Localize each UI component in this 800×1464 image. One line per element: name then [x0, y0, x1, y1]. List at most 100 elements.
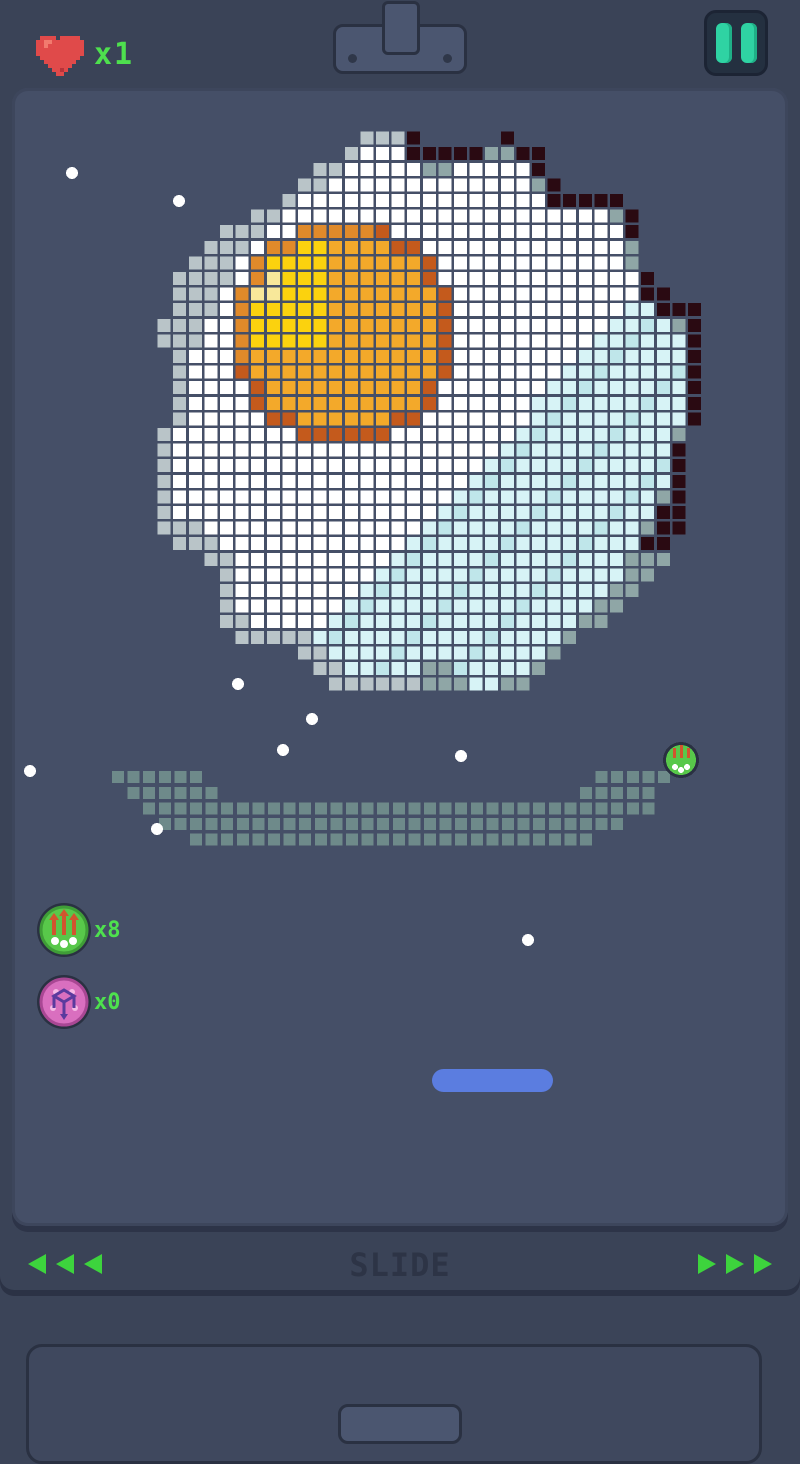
brick [688, 396, 701, 410]
brick [516, 240, 530, 254]
brick [563, 303, 577, 317]
brick [500, 272, 514, 285]
brick [578, 287, 592, 301]
brick [422, 662, 436, 675]
brick [376, 521, 389, 535]
brick [376, 256, 389, 270]
brick [251, 303, 265, 317]
brick [220, 506, 233, 519]
brick [485, 225, 499, 239]
brick [516, 428, 530, 441]
brick [500, 584, 514, 597]
brick [407, 287, 421, 301]
brick [329, 459, 343, 473]
brick [344, 365, 358, 379]
brick [516, 552, 530, 566]
brick [407, 131, 421, 145]
brick [595, 818, 608, 830]
brick [500, 599, 514, 613]
brick [564, 833, 577, 846]
slide-control-bar[interactable]: SLIDE [0, 1240, 800, 1290]
brick [235, 303, 249, 317]
brick [344, 412, 358, 426]
brick [454, 147, 467, 161]
brick [313, 506, 327, 519]
brick [578, 506, 592, 519]
brick [190, 786, 202, 799]
brick [407, 147, 421, 161]
brick [563, 459, 577, 473]
brick [251, 443, 265, 457]
brick [578, 537, 592, 551]
brick [532, 459, 545, 473]
brick [251, 381, 265, 395]
brick [438, 599, 452, 613]
brick [235, 381, 249, 395]
brick [266, 209, 280, 223]
brick [547, 396, 561, 410]
brick [594, 256, 608, 270]
brick [391, 287, 405, 301]
brick [157, 428, 171, 441]
brick [625, 506, 639, 519]
brick [516, 490, 530, 504]
brick [235, 365, 249, 379]
brick [360, 318, 374, 332]
brick [313, 459, 327, 473]
brick [282, 584, 296, 597]
brick [344, 459, 358, 473]
brick [157, 459, 171, 473]
brick [236, 818, 249, 830]
brick [313, 162, 327, 176]
brick [313, 412, 327, 426]
brick [360, 584, 374, 597]
brick [422, 677, 436, 691]
brick [625, 209, 639, 223]
brick [532, 381, 545, 395]
brick [391, 677, 405, 691]
brick [204, 537, 218, 551]
brick [407, 209, 421, 223]
brick [329, 677, 343, 691]
brick [391, 412, 405, 426]
brick [454, 272, 467, 285]
paddle[interactable] [432, 1069, 553, 1092]
powerup-multiball[interactable]: x8 [36, 902, 121, 958]
brick [173, 506, 187, 519]
brick [625, 240, 639, 254]
brick [578, 303, 592, 317]
brick [235, 396, 249, 410]
brick [268, 818, 280, 830]
brick [252, 818, 265, 830]
brick [299, 818, 312, 830]
brick [313, 615, 327, 629]
brick [610, 506, 623, 519]
brick [422, 490, 436, 504]
brick [500, 162, 514, 176]
brick [563, 443, 577, 457]
brick [329, 412, 343, 426]
brick [578, 350, 592, 363]
brick [439, 818, 452, 830]
brick [672, 350, 686, 363]
brick [485, 287, 499, 301]
brick [547, 240, 561, 254]
brick [236, 833, 249, 846]
brick [391, 396, 405, 410]
triple-right-arrow-icon [696, 1252, 776, 1276]
brick [158, 771, 171, 784]
brick [547, 194, 561, 207]
brick [376, 303, 389, 317]
brick [422, 318, 436, 332]
brick [454, 162, 467, 176]
brick [580, 786, 592, 799]
brick [455, 818, 468, 830]
powerup-expand[interactable]: x0 [36, 974, 121, 1030]
brick [236, 802, 249, 815]
brick [547, 334, 561, 348]
brick [469, 584, 483, 597]
brick [329, 194, 343, 207]
brick [516, 396, 530, 410]
brick [594, 490, 608, 504]
brick [298, 209, 311, 223]
